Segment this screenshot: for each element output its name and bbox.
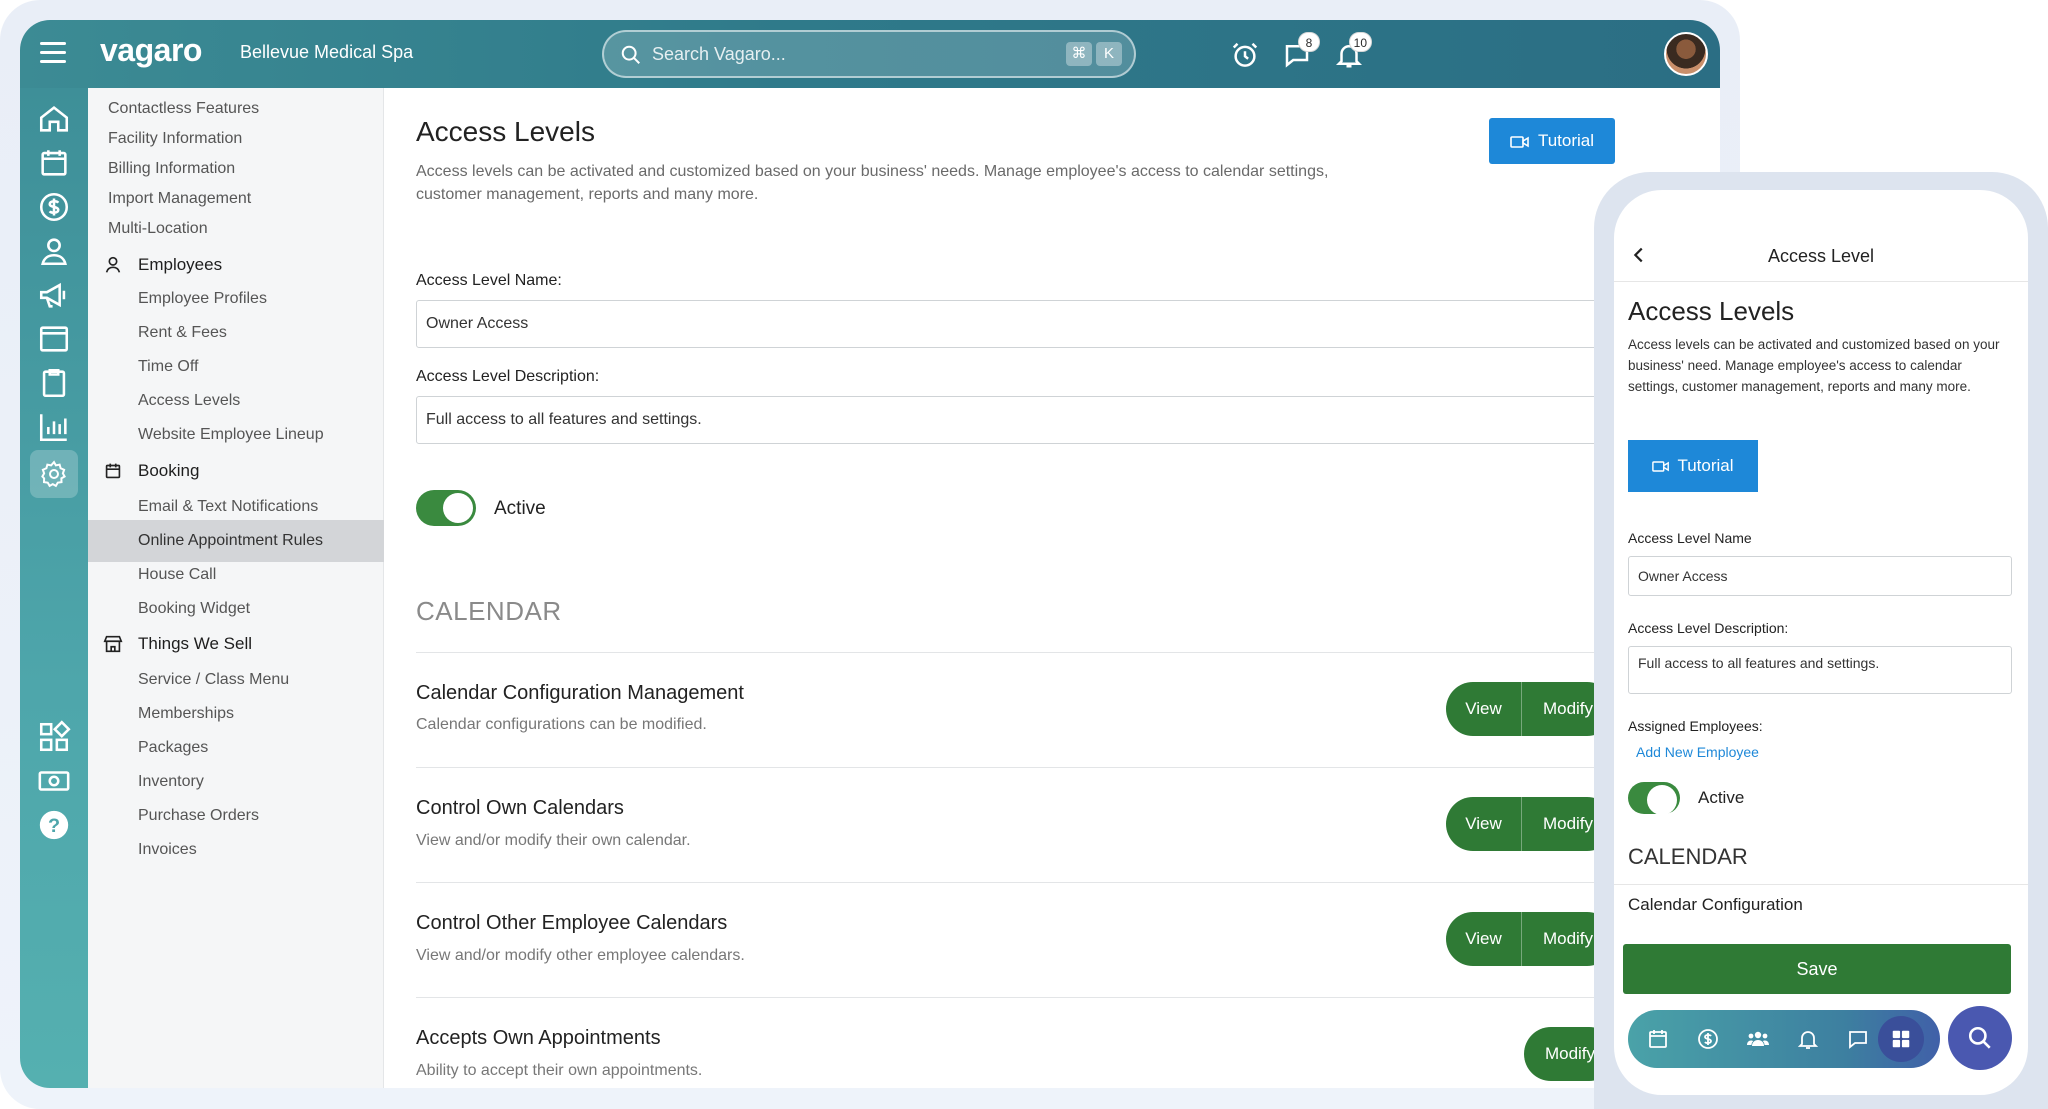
mobile-calendar-configuration-row[interactable]: Calendar Configuration: [1614, 884, 2028, 932]
permission-toggle-group: View Modify: [1446, 797, 1614, 851]
view-button[interactable]: View: [1446, 682, 1522, 736]
permission-toggle-group: View Modify: [1446, 682, 1614, 736]
add-new-employee-link[interactable]: Add New Employee: [1636, 744, 1759, 760]
permission-title: Accepts Own Appointments: [416, 1027, 661, 1049]
permission-description: Calendar configurations can be modified.: [416, 716, 707, 733]
messages-badge: 8: [1298, 32, 1320, 52]
global-search[interactable]: ⌘ K: [602, 30, 1136, 78]
mobile-screen: Access Level Access Levels Access levels…: [1614, 190, 2028, 1095]
access-level-description-input[interactable]: [416, 396, 1716, 444]
megaphone-icon[interactable]: [37, 278, 71, 312]
video-camera-icon: [1510, 135, 1529, 148]
sidebar-section-label: Things We Sell: [138, 634, 253, 653]
divider: [416, 652, 1716, 653]
alarm-clock-icon[interactable]: [1230, 40, 1260, 70]
permission-description: View and/or modify their own calendar.: [416, 832, 691, 849]
business-name[interactable]: Bellevue Medical Spa: [240, 42, 413, 63]
settings-sidebar: Contactless Features Facility Informatio…: [88, 88, 384, 1088]
apps-icon[interactable]: [37, 720, 71, 754]
mobile-description-label: Access Level Description:: [1628, 620, 1789, 636]
user-avatar[interactable]: [1664, 32, 1708, 76]
permission-title: Calendar Configuration Management: [416, 682, 744, 704]
calendar-section-title: CALENDAR: [416, 596, 562, 626]
mobile-description-textarea[interactable]: Full access to all features and settings…: [1628, 646, 2012, 694]
mobile-tutorial-button[interactable]: Tutorial: [1628, 440, 1758, 492]
mobile-active-toggle[interactable]: [1628, 782, 1680, 815]
hamburger-menu-icon[interactable]: [40, 42, 66, 64]
mobile-tab-bar: [1628, 1010, 1940, 1068]
sidebar-section-label: Booking: [138, 461, 200, 480]
page-description: Access levels can be activated and custo…: [416, 163, 1329, 203]
calendar-icon: [105, 463, 121, 479]
calendar-icon[interactable]: [37, 146, 71, 180]
notifications-badge: 10: [1348, 32, 1372, 52]
chat-icon[interactable]: [1846, 1027, 1870, 1051]
help-icon[interactable]: ?: [37, 808, 71, 842]
shortcut-cmd-key: ⌘: [1066, 42, 1092, 66]
divider: [416, 997, 1716, 998]
sidebar-section-label: Employees: [138, 255, 223, 274]
permission-description: View and/or modify other employee calend…: [416, 947, 745, 964]
tutorial-button-label: Tutorial: [1537, 131, 1595, 150]
divider: [416, 767, 1716, 768]
divider: [416, 882, 1716, 883]
permission-toggle-group: View Modify: [1446, 912, 1614, 966]
user-icon[interactable]: [37, 234, 71, 268]
mobile-header: Access Level: [1614, 234, 2028, 282]
permission-title: Control Other Employee Calendars: [416, 912, 728, 934]
search-icon: [1968, 1026, 1991, 1049]
gear-icon[interactable]: [30, 450, 78, 498]
mobile-header-title: Access Level: [1767, 246, 1875, 266]
top-header: vagaro Bellevue Medical Spa ⌘ K 8 10: [20, 20, 1720, 88]
page-title: Access Levels: [416, 116, 595, 147]
person-icon: [105, 256, 121, 273]
active-toggle[interactable]: [416, 490, 476, 526]
mobile-search-button[interactable]: [1948, 1006, 2012, 1070]
mobile-name-label: Access Level Name: [1628, 530, 1752, 546]
search-input[interactable]: [652, 40, 1032, 68]
access-level-description-label: Access Level Description:: [416, 368, 600, 385]
mobile-calendar-section-title: CALENDAR: [1628, 844, 1748, 869]
tutorial-button[interactable]: Tutorial: [1489, 118, 1615, 164]
home-icon[interactable]: [37, 102, 71, 136]
mobile-save-button[interactable]: Save: [1623, 944, 2011, 994]
brand-logo[interactable]: vagaro: [100, 32, 202, 69]
view-button[interactable]: View: [1446, 797, 1522, 851]
clipboard-icon[interactable]: [37, 366, 71, 400]
permission-title: Control Own Calendars: [416, 797, 624, 819]
left-icon-rail: ?: [20, 88, 88, 1088]
mobile-page-description: Access levels can be activated and custo…: [1628, 337, 2000, 394]
mobile-page-title: Access Levels: [1628, 296, 1795, 326]
access-level-name-input[interactable]: [416, 300, 1716, 348]
shortcut-k-key: K: [1096, 42, 1122, 66]
browser-icon[interactable]: [37, 322, 71, 356]
active-label: Active: [494, 498, 546, 519]
money-icon[interactable]: [37, 764, 71, 798]
apps-tab-active[interactable]: [1878, 1016, 1924, 1062]
people-icon[interactable]: [1746, 1027, 1770, 1051]
view-button[interactable]: View: [1446, 912, 1522, 966]
mobile-name-input[interactable]: [1628, 556, 2012, 596]
dollar-icon[interactable]: [1696, 1027, 1720, 1051]
mobile-tutorial-label: Tutorial: [1677, 456, 1734, 475]
mobile-assigned-employees-label: Assigned Employees:: [1628, 718, 1763, 734]
bell-icon[interactable]: [1796, 1027, 1820, 1051]
svg-text:?: ?: [48, 815, 60, 837]
bar-chart-icon[interactable]: [37, 410, 71, 444]
mobile-active-label: Active: [1698, 788, 1745, 807]
store-icon: [103, 635, 123, 653]
access-level-name-label: Access Level Name:: [416, 272, 562, 289]
calendar-icon[interactable]: [1646, 1027, 1670, 1051]
desktop-window: vagaro Bellevue Medical Spa ⌘ K 8 10: [20, 20, 1720, 1088]
messages-icon[interactable]: 8: [1282, 32, 1320, 70]
dollar-icon[interactable]: [37, 190, 71, 224]
apps-icon: [1892, 1030, 1910, 1048]
video-camera-icon: [1652, 461, 1670, 472]
notifications-bell-icon[interactable]: 10: [1334, 32, 1372, 70]
permission-description: Ability to accept their own appointments…: [416, 1062, 703, 1079]
search-icon: [621, 45, 640, 64]
sidebar-item-invoices[interactable]: Invoices: [88, 829, 384, 871]
main-content: Access Levels Access levels can be activ…: [384, 88, 1720, 1088]
